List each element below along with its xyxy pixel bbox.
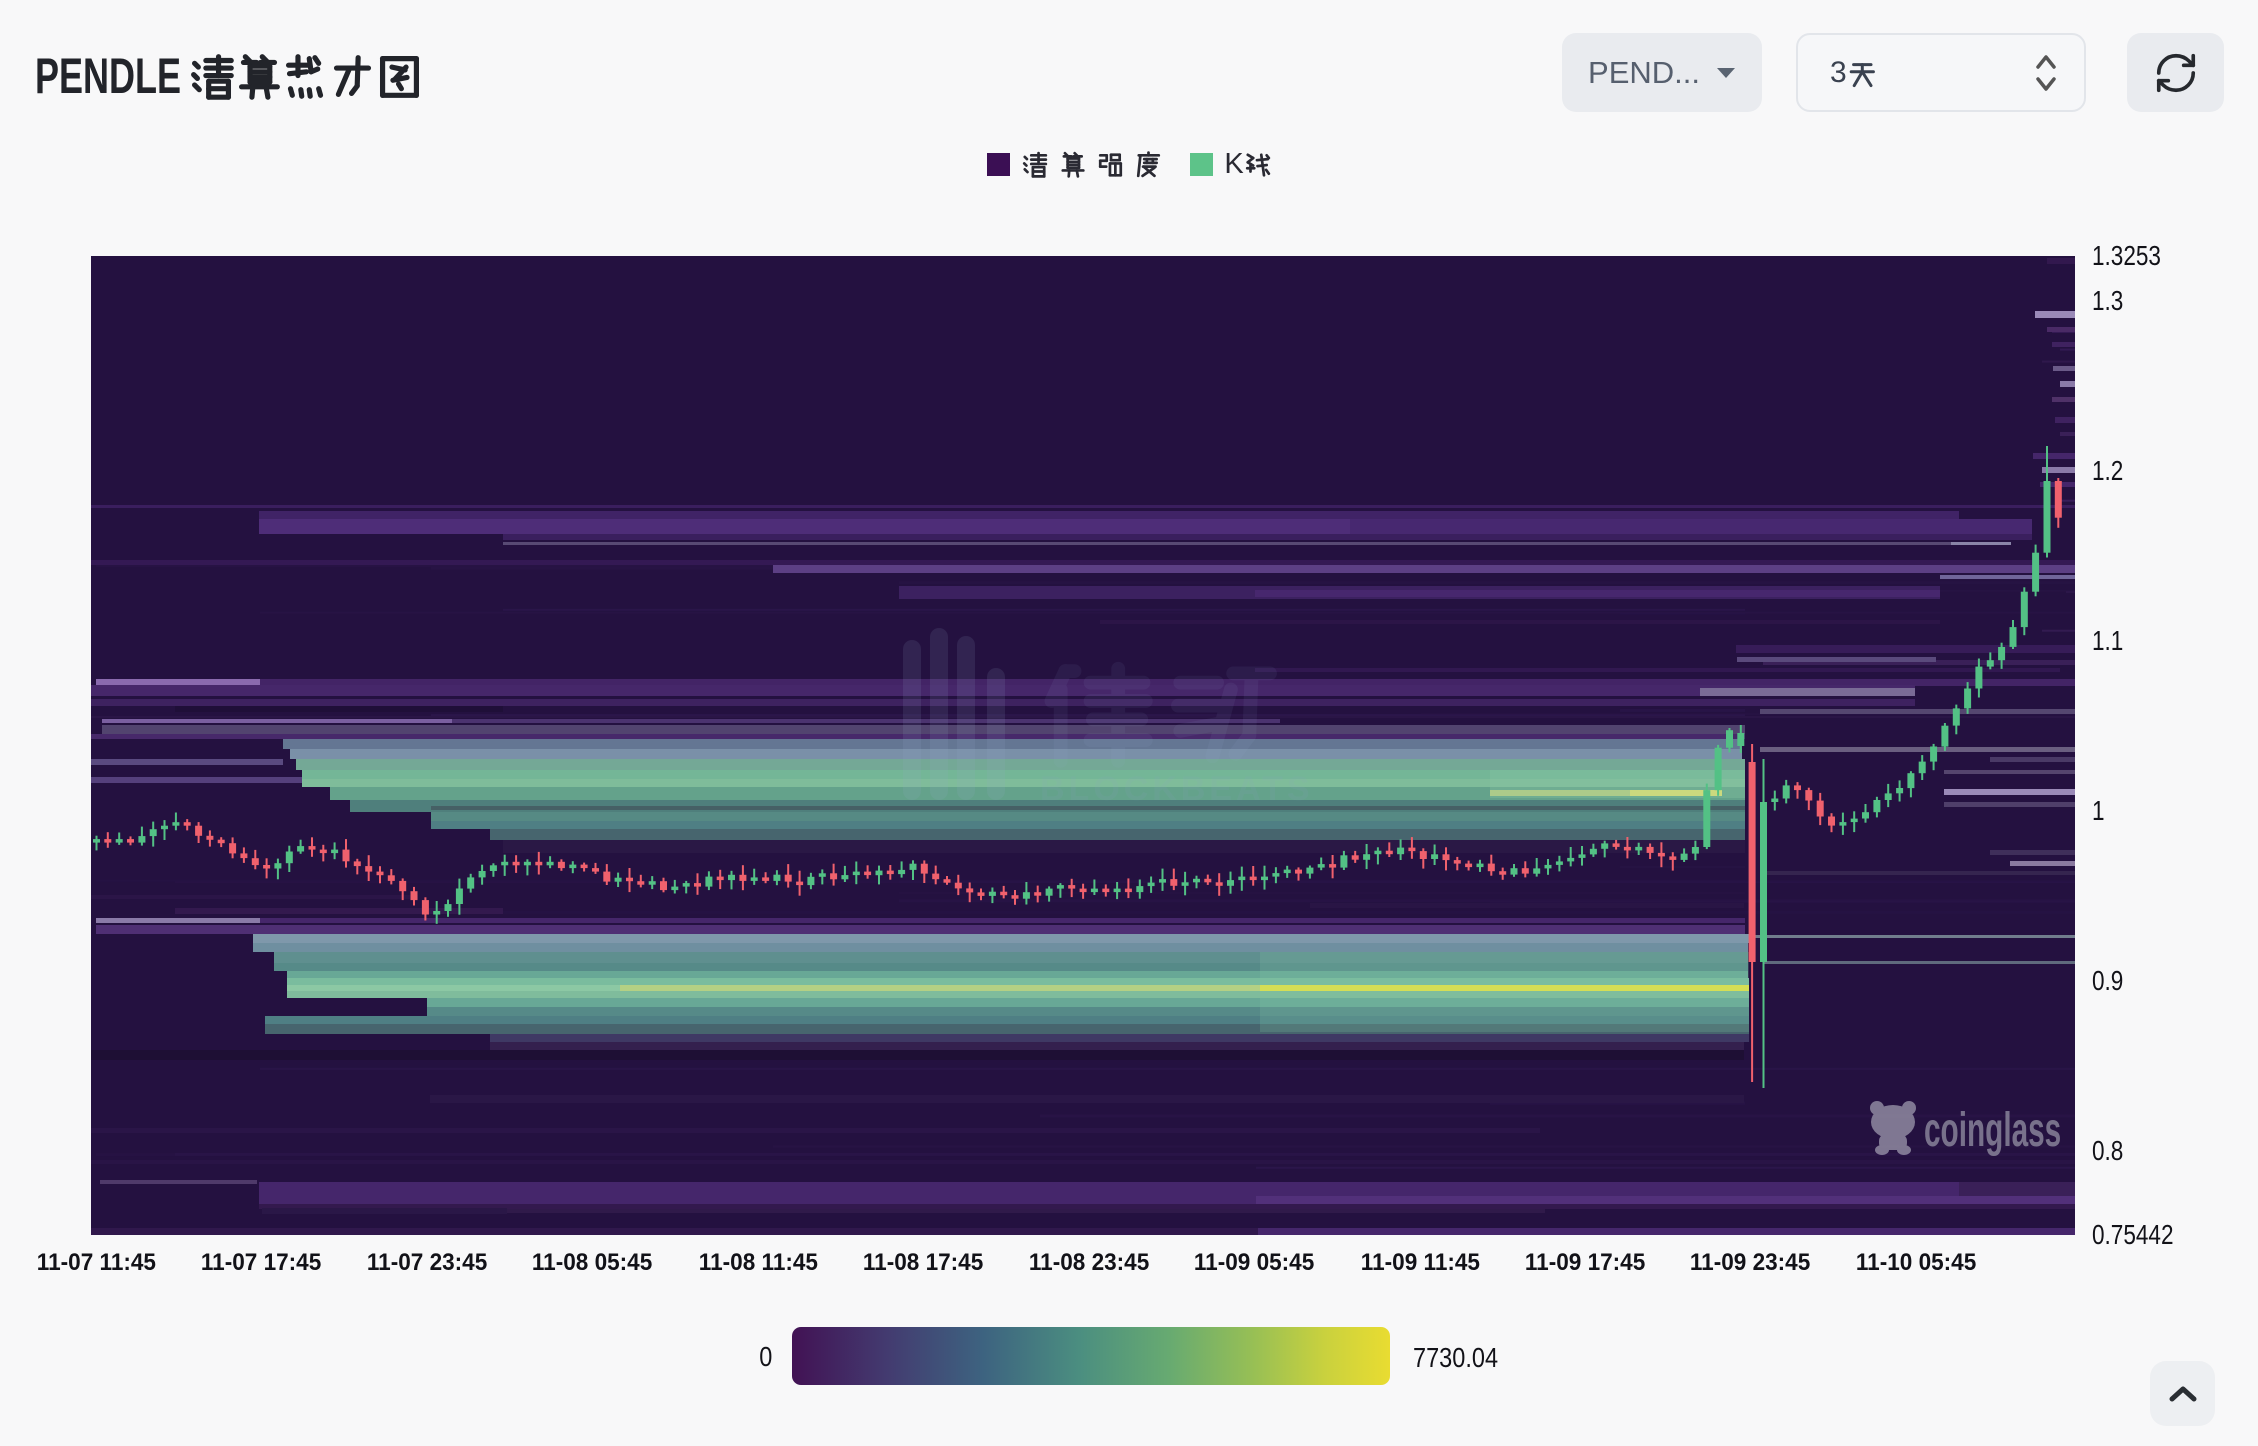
svg-text:BLOCKBEATS: BLOCKBEATS <box>1040 770 1314 808</box>
svg-text:coinglass: coinglass <box>1924 1104 2061 1157</box>
